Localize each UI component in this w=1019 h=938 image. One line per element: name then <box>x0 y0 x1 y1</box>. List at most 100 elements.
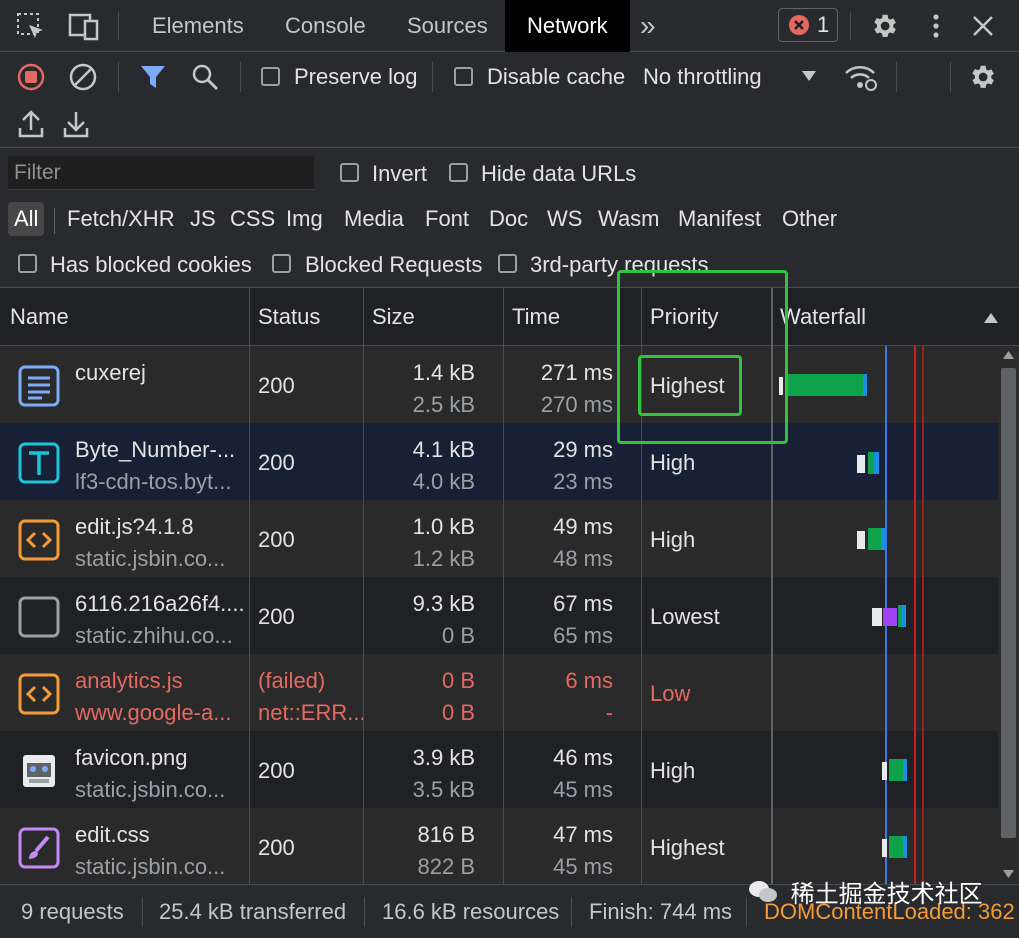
request-time-latency: 45 ms <box>553 777 613 802</box>
request-time-total: 47 ms <box>553 822 613 847</box>
column-divider[interactable] <box>503 288 504 884</box>
export-har-icon[interactable] <box>63 110 89 138</box>
column-header-status[interactable]: Status <box>258 288 320 346</box>
request-size-transferred: 1.4 kB <box>412 360 475 385</box>
request-name: favicon.png <box>75 745 188 770</box>
type-filter-media[interactable]: Media <box>344 206 404 232</box>
import-har-icon[interactable] <box>18 110 44 138</box>
table-row[interactable]: analytics.js www.google-a... (failed) ne… <box>0 654 998 731</box>
request-domain: lf3-cdn-tos.byt... <box>75 469 232 494</box>
throttling-select[interactable]: No throttling <box>643 64 762 90</box>
table-row[interactable]: 6116.216a26f4.... static.zhihu.co... 200… <box>0 577 998 654</box>
divider <box>240 62 241 92</box>
type-filter-manifest[interactable]: Manifest <box>678 206 761 232</box>
request-name: Byte_Number-... <box>75 437 236 462</box>
request-time-latency: 23 ms <box>553 469 613 494</box>
divider <box>896 62 897 92</box>
column-divider[interactable] <box>249 288 250 884</box>
table-row[interactable]: Byte_Number-... lf3-cdn-tos.byt... 200 4… <box>0 423 998 500</box>
settings-gear-icon[interactable] <box>869 11 899 41</box>
column-header-name[interactable]: Name <box>10 288 69 346</box>
vertical-scrollbar[interactable] <box>998 346 1019 884</box>
request-domain: www.google-a... <box>75 700 232 725</box>
more-tabs-icon[interactable]: » <box>640 0 656 52</box>
filter-input[interactable]: Filter <box>8 156 314 190</box>
type-filter-js[interactable]: JS <box>190 206 216 232</box>
table-row[interactable]: favicon.png static.jsbin.co... 200 3.9 k… <box>0 731 998 808</box>
third-party-checkbox[interactable] <box>498 254 517 273</box>
network-conditions-icon[interactable] <box>844 62 878 92</box>
type-filter-fetch-xhr[interactable]: Fetch/XHR <box>67 206 175 232</box>
column-header-size[interactable]: Size <box>372 288 415 346</box>
disable-cache-label: Disable cache <box>487 64 626 89</box>
error-counter[interactable]: 1 <box>778 8 838 42</box>
column-divider[interactable] <box>363 288 364 884</box>
divider <box>364 897 365 927</box>
hide-data-urls-checkbox[interactable] <box>449 163 468 182</box>
tab-elements[interactable]: Elements <box>152 0 244 52</box>
waterfall-bar-queue <box>857 455 865 473</box>
request-priority: High <box>650 450 696 475</box>
request-size-resource: 4.0 kB <box>412 469 475 494</box>
tab-network[interactable]: Network <box>505 0 630 52</box>
waterfall-bar-queue <box>857 531 865 549</box>
disable-cache-checkbox[interactable] <box>454 67 473 86</box>
waterfall-bar-ssl <box>883 608 897 626</box>
more-options-icon[interactable] <box>928 12 944 40</box>
resources-size: 16.6 kB resources <box>382 899 560 924</box>
type-filter-other[interactable]: Other <box>782 206 837 232</box>
scrollbar-thumb[interactable] <box>1001 368 1016 838</box>
table-row[interactable]: edit.js?4.1.8 static.jsbin.co... 200 1.0… <box>0 500 998 577</box>
inspect-element-icon[interactable] <box>16 12 46 42</box>
chevron-down-icon[interactable] <box>801 70 817 82</box>
type-filter-img[interactable]: Img <box>286 206 323 232</box>
request-size-transferred: 0 B <box>441 668 475 693</box>
filter-icon[interactable] <box>139 64 167 90</box>
request-time-latency: 45 ms <box>553 854 613 879</box>
network-settings-gear-icon[interactable] <box>967 62 997 92</box>
divider <box>118 12 119 40</box>
search-icon[interactable] <box>191 63 219 91</box>
request-domain: static.jsbin.co... <box>75 546 226 571</box>
request-priority: Lowest <box>650 604 720 629</box>
close-icon[interactable] <box>971 14 995 38</box>
request-status: 200 <box>258 450 295 475</box>
tab-sources[interactable]: Sources <box>407 0 488 52</box>
type-filter-wasm[interactable]: Wasm <box>598 206 660 232</box>
sort-ascending-icon[interactable] <box>983 312 999 324</box>
type-filter-all[interactable]: All <box>8 202 45 236</box>
column-header-time[interactable]: Time <box>512 288 560 346</box>
has-blocked-cookies-checkbox[interactable] <box>18 254 37 273</box>
finish-time: Finish: 744 ms <box>589 899 733 924</box>
blocked-requests-checkbox[interactable] <box>272 254 291 273</box>
column-header-waterfall[interactable]: Waterfall <box>780 288 866 346</box>
invert-checkbox[interactable] <box>340 163 359 182</box>
scroll-up-arrow-icon[interactable] <box>1003 351 1014 359</box>
network-toolbar: Preserve log Disable cache No throttling <box>0 52 1019 102</box>
divider <box>850 12 851 40</box>
device-toolbar-icon[interactable] <box>68 12 100 42</box>
filter-bar: Filter Invert Hide data URLs All Fetch/X… <box>0 148 1019 288</box>
type-filter-doc[interactable]: Doc <box>489 206 528 232</box>
stylesheet-icon <box>17 826 61 870</box>
request-table-header: Name Status Size Time Priority Waterfall <box>0 288 1019 346</box>
preserve-log-checkbox[interactable] <box>261 67 280 86</box>
waterfall-bar-queue <box>882 762 887 780</box>
load-event-line <box>914 346 916 884</box>
tab-console[interactable]: Console <box>285 0 366 52</box>
clear-icon[interactable] <box>69 63 97 91</box>
request-time-total: 46 ms <box>553 745 613 770</box>
type-filter-ws[interactable]: WS <box>547 206 582 232</box>
stop-recording-icon[interactable] <box>17 63 45 91</box>
scroll-down-arrow-icon[interactable] <box>1003 870 1014 878</box>
type-filter-font[interactable]: Font <box>425 206 469 232</box>
request-name: cuxerej <box>75 360 146 385</box>
waterfall-bar-download <box>903 836 907 858</box>
error-icon <box>788 14 810 36</box>
font-icon <box>17 441 61 485</box>
error-count: 1 <box>817 12 830 37</box>
type-filter-css[interactable]: CSS <box>230 206 275 232</box>
waterfall-bar-waiting <box>889 759 903 781</box>
request-size-transferred: 3.9 kB <box>412 745 475 770</box>
request-status: 200 <box>258 604 295 629</box>
